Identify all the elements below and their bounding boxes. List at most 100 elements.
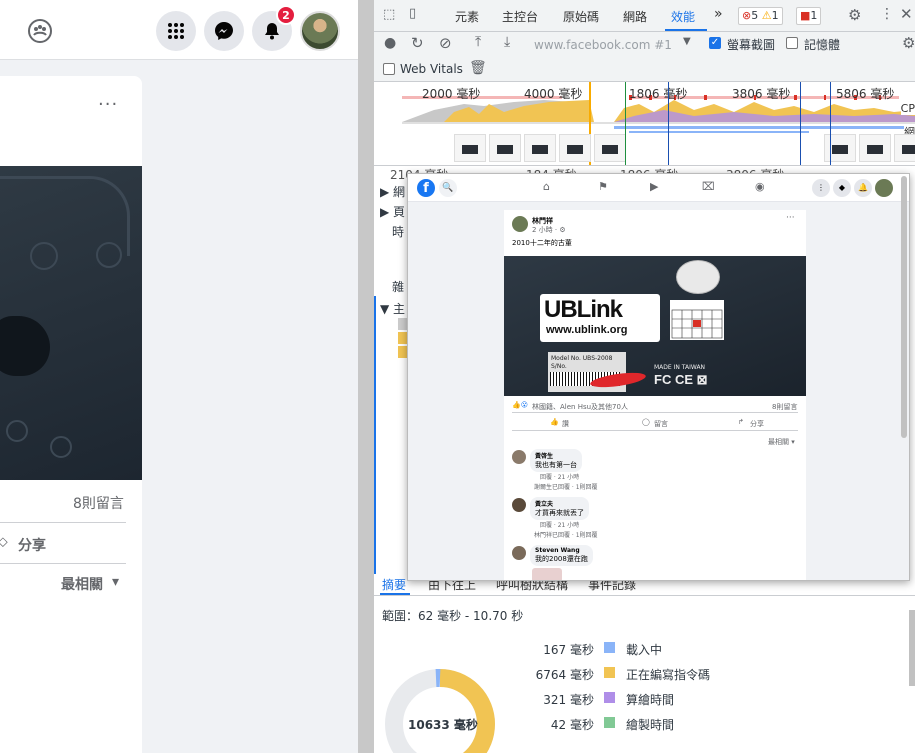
filmstrip-frame[interactable] (824, 134, 856, 162)
ublink-label: UBLink www.ublink.org (540, 294, 660, 342)
issues-counter[interactable]: ■1 (796, 7, 822, 25)
cpu-track-label: CP (900, 102, 915, 115)
tab-summary[interactable]: 摘要 (382, 576, 406, 593)
comment-icon: ◯ (642, 418, 650, 426)
chevron-down-icon[interactable]: ▾ (112, 574, 119, 590)
tab-sources[interactable]: 原始碼 (563, 8, 599, 25)
commenter-avatar (512, 498, 526, 512)
kebab-menu-icon[interactable]: ⋮ (880, 6, 894, 22)
summary-donut (385, 668, 495, 753)
filmstrip-frame[interactable] (859, 134, 891, 162)
summary-row-loading: 167 毫秒 載入中 (524, 641, 724, 657)
share-icon[interactable]: ⬦ (0, 534, 8, 550)
devtools-tabbar: ⬚ ▯ 元素 主控台 原始碼 網路 效能 » ⊗5 ⚠1 ■1 ⚙ ⋮ ✕ (374, 0, 915, 32)
download-profile-icon[interactable]: ⤓ (504, 34, 510, 50)
tab-elements[interactable]: 元素 (455, 8, 479, 25)
screen: 2 ··· 8則留言 ⬦ 分享 最相關 ▾ ⬚ ▯ 元素 主控台 原始碼 網路 … (0, 0, 915, 753)
filmstrip-frame[interactable] (559, 134, 591, 162)
preview-feed: 林門祥 2 小時 · ⚙ ··· 2010十二年的古董 UBLink www.u… (408, 202, 909, 580)
post-time: 2 小時 · ⚙ (532, 226, 566, 234)
preview-photo: UBLink www.ublink.org Model No. UBS-2008… (504, 256, 806, 396)
error-counter[interactable]: ⊗5 ⚠1 (738, 7, 783, 25)
track-main[interactable]: ▼ 主 (380, 300, 405, 317)
close-devtools-icon[interactable]: ✕ (900, 5, 913, 23)
post-photo[interactable] (0, 166, 142, 480)
recording-select[interactable]: www.facebook.com #1 (534, 38, 694, 52)
devtools-scrollbar[interactable] (909, 610, 915, 686)
commenter-avatar (512, 546, 526, 560)
summary-label: 算繪時間 (626, 693, 675, 707)
filmstrip-frame[interactable] (524, 134, 556, 162)
reply-summary: 林門祥已回覆 · 1則回覆 (534, 532, 598, 539)
capture-settings-gear-icon[interactable]: ⚙ (902, 34, 915, 52)
issues-count: 1 (810, 9, 818, 22)
web-vitals-label: Web Vitals (400, 62, 463, 76)
groups-icon[interactable] (20, 11, 60, 51)
facebook-logo-icon: f (417, 179, 435, 197)
reply-summary: 謝爾生已回覆 · 1則回覆 (534, 484, 598, 491)
reload-record-icon[interactable]: ↻ (411, 34, 424, 52)
more-tabs-icon[interactable]: » (714, 6, 723, 22)
notifications-bell-icon[interactable]: 2 (252, 5, 296, 51)
preview-fb-header: f 🔍 ⌂ ⚑ ▶ ⌧ ◉ ⋮ ◆ 🔔 (408, 174, 909, 202)
timeline-overview[interactable]: 2000 毫秒 4000 毫秒 1806 毫秒 3806 毫秒 5806 毫秒 … (374, 82, 915, 166)
track-network[interactable]: ▶ 網 (380, 183, 405, 200)
model-number: Model No. UBS-2008 (551, 355, 613, 362)
post-options-icon[interactable]: ··· (98, 94, 118, 115)
summary-label: 正在編寫指令碼 (626, 668, 711, 682)
popup-scrollbar[interactable] (901, 176, 907, 438)
filmstrip-frame[interactable] (894, 134, 915, 162)
sort-button[interactable]: 最相關 (61, 574, 103, 594)
profile-avatar[interactable] (300, 11, 340, 51)
home-icon: ⌂ (543, 180, 550, 193)
active-tab-indicator (665, 29, 707, 31)
profile-avatar (875, 179, 893, 197)
menu-grid-icon[interactable] (156, 11, 196, 51)
post-text: 2010十二年的古董 (512, 239, 572, 247)
share-button[interactable]: 分享 (18, 535, 46, 555)
filmstrip-frame[interactable] (454, 134, 486, 162)
comment-count[interactable]: 8則留言 (73, 493, 124, 513)
ruler-tick: 2000 毫秒 (422, 87, 481, 101)
messenger-icon[interactable] (204, 11, 244, 51)
timeline-marker (800, 82, 801, 165)
screenshots-label: 螢幕截圖 (727, 38, 776, 52)
track-frames[interactable]: ▶ 頁 (380, 203, 405, 220)
divider (0, 563, 126, 564)
comment-meta: 回覆 · 21 小時 (540, 474, 580, 481)
commenter-avatar (512, 450, 526, 464)
reactions-text: 林國籍、Alen Hsu及其他70人 (532, 403, 628, 411)
tab-network[interactable]: 網路 (623, 8, 647, 25)
photo-circle (96, 242, 122, 268)
warning-count: 1 (771, 9, 779, 22)
groups-icon: ◉ (755, 180, 765, 193)
rendering-swatch (604, 692, 615, 703)
window-splitter[interactable] (358, 0, 374, 753)
comment-sticker-image (532, 568, 562, 580)
total-time: 10633 毫秒 (408, 718, 478, 732)
clear-icon[interactable]: ⊘ (439, 34, 452, 52)
error-icon: ⊗ (742, 9, 752, 22)
record-icon[interactable]: ● (384, 35, 396, 51)
filmstrip-frame[interactable] (594, 134, 626, 162)
tab-console[interactable]: 主控台 (502, 8, 538, 25)
web-vitals-checkbox[interactable] (383, 63, 395, 75)
trash-icon[interactable]: 🗑 (469, 60, 487, 76)
marketplace-icon: ⌧ (702, 180, 715, 193)
inspect-element-icon[interactable]: ⬚ (383, 7, 395, 22)
track-misc[interactable]: 雜 (392, 278, 404, 295)
made-in-taiwan: MADE IN TAIWAN (654, 364, 706, 371)
ruler-tick: 3806 毫秒 (732, 87, 791, 101)
track-timings[interactable]: 時 (392, 223, 404, 240)
tab-performance[interactable]: 效能 (671, 8, 695, 25)
upload-profile-icon[interactable]: ⤒ (475, 34, 481, 50)
filmstrip-frame[interactable] (489, 134, 521, 162)
settings-gear-icon[interactable]: ⚙ (848, 6, 861, 24)
screenshots-checkbox[interactable]: ✓ (709, 37, 721, 49)
active-tab-indicator (380, 593, 410, 595)
divider (0, 522, 126, 523)
chevron-down-icon[interactable]: ▼ (683, 36, 691, 47)
memory-checkbox[interactable] (786, 37, 798, 49)
device-toolbar-icon[interactable]: ▯ (409, 6, 416, 21)
divider (512, 412, 798, 413)
